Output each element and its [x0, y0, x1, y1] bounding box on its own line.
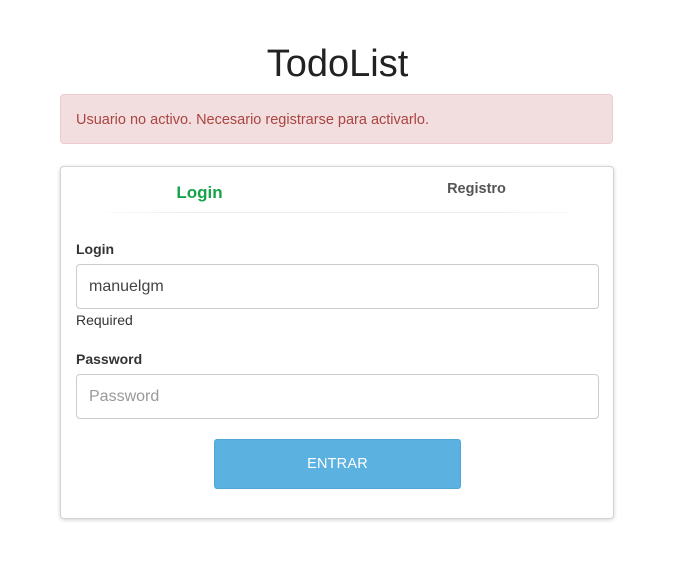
tab-login[interactable]: Login: [106, 170, 293, 216]
submit-button[interactable]: ENTRAR: [214, 439, 461, 489]
tab-bar: Login Registro: [61, 167, 613, 213]
login-help-text: Required: [76, 312, 133, 328]
password-input[interactable]: [76, 374, 599, 419]
page-title: TodoList: [266, 43, 409, 85]
tab-divider: [106, 212, 570, 213]
auth-panel: Login Registro Login Required Password E…: [60, 166, 614, 519]
login-field-label: Login: [76, 241, 115, 257]
password-field-label: Password: [76, 351, 143, 367]
login-input[interactable]: [76, 264, 599, 309]
tab-registro[interactable]: Registro: [383, 166, 570, 212]
error-alert: Usuario no activo. Necesario registrarse…: [60, 94, 613, 144]
